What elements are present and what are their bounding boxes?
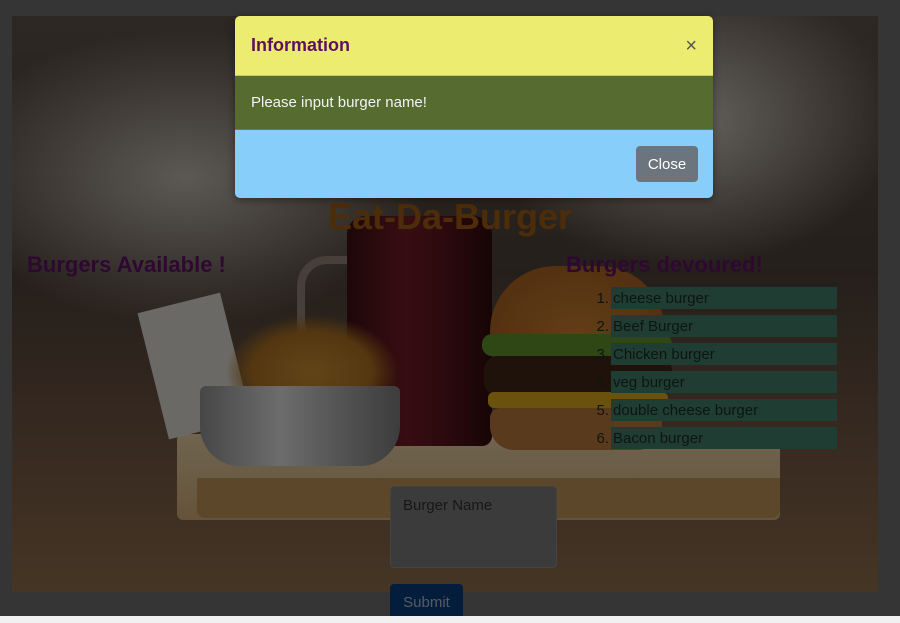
modal-footer: Close — [235, 130, 713, 198]
modal-message: Please input burger name! — [251, 94, 427, 111]
modal-title: Information — [251, 35, 350, 55]
close-button[interactable]: Close — [636, 146, 698, 182]
horizontal-scrollbar-track — [0, 616, 900, 623]
modal-body: Please input burger name! — [235, 76, 713, 130]
close-icon[interactable]: × — [685, 36, 697, 56]
modal-header: Information × — [235, 16, 713, 76]
information-modal: Information × Please input burger name! … — [235, 16, 713, 198]
